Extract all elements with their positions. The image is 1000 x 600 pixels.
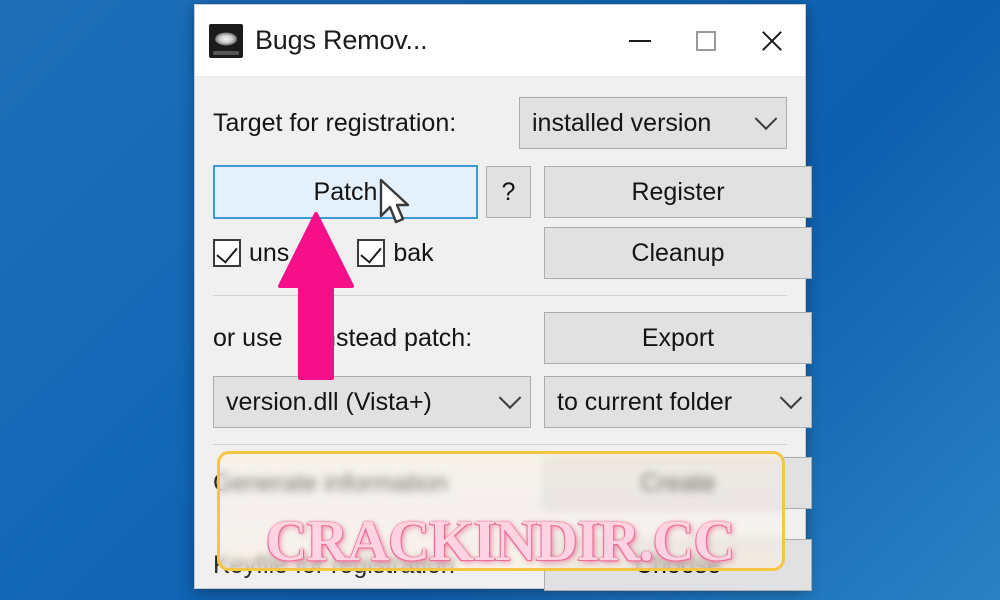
target-label: Target for registration: (213, 108, 457, 137)
minimize-icon (629, 39, 651, 42)
oruse-label-group: or use instead patch: (213, 324, 478, 353)
oruse-label-b: instead patch: (316, 323, 473, 352)
target-row: Target for registration: installed versi… (213, 97, 787, 149)
folder-combobox-value: to current folder (557, 387, 733, 416)
chevron-down-icon (779, 386, 803, 410)
divider (213, 444, 787, 445)
choose-button[interactable]: Choose (544, 539, 812, 591)
title-bar: Bugs Remov... (195, 5, 805, 77)
blurred-label-1: Generate information (213, 468, 448, 497)
blurred-label-2: Keyfile for registration (213, 550, 455, 579)
checkbox-unsafe-box[interactable] (213, 239, 241, 267)
bottom-rows: Generate information Create Keyfile for … (213, 457, 812, 591)
oruse-row: or use instead patch: Export (213, 312, 812, 364)
close-button[interactable] (739, 5, 805, 77)
client-area: Target for registration: installed versi… (195, 77, 812, 591)
camera-lens-icon (209, 23, 243, 58)
cleanup-button[interactable]: Cleanup (544, 227, 812, 279)
create-button-label: Create (640, 468, 716, 497)
maximize-icon (696, 30, 716, 51)
window-title: Bugs Remov... (255, 25, 428, 55)
choose-button-label: Choose (634, 550, 722, 579)
checkbox-unsafe[interactable]: uns (213, 239, 289, 268)
help-button[interactable]: ? (486, 166, 531, 218)
checkbox-bak-label: bak (393, 238, 434, 267)
desktop-background: Bugs Remov... Target for registration: i… (0, 0, 1000, 600)
dll-combobox[interactable]: version.dll (Vista+) (213, 376, 531, 428)
bottom-region: Generate information Create Keyfile for … (213, 451, 812, 591)
target-combobox[interactable]: installed version (519, 97, 787, 149)
create-row: Generate information Create (213, 457, 812, 509)
folder-combobox[interactable]: to current folder (544, 376, 812, 428)
minimize-button[interactable] (607, 5, 673, 77)
application-window: Bugs Remov... Target for registration: i… (194, 4, 812, 591)
chevron-down-icon (498, 386, 522, 410)
checkbox-group: uns bak (213, 239, 478, 268)
choose-row: Keyfile for registration Choose (213, 539, 812, 591)
target-combobox-value: installed version (532, 108, 712, 137)
oruse-label-a: or use (213, 323, 283, 352)
divider (213, 295, 787, 296)
chevron-down-icon (754, 107, 778, 131)
checkbox-bak[interactable]: bak (357, 238, 434, 268)
combo-row: version.dll (Vista+) to current folder (213, 376, 812, 428)
help-button-label: ? (501, 177, 516, 206)
export-button[interactable]: Export (544, 312, 812, 364)
create-button[interactable]: Create (544, 457, 812, 509)
close-icon (759, 28, 785, 54)
register-button[interactable]: Register (544, 166, 812, 218)
register-button-label: Register (631, 177, 725, 206)
cleanup-button-label: Cleanup (631, 238, 725, 267)
patch-row: Patch ? Register (213, 165, 812, 219)
patch-button[interactable]: Patch (213, 165, 478, 219)
checkbox-row: uns bak Cleanup (213, 227, 812, 279)
patch-button-label: Patch (313, 177, 378, 206)
checkbox-bak-box[interactable] (357, 239, 386, 267)
dll-combobox-value: version.dll (Vista+) (226, 387, 432, 416)
maximize-button[interactable] (673, 5, 739, 77)
checkbox-unsafe-label: uns (249, 238, 290, 267)
export-button-label: Export (641, 323, 715, 352)
